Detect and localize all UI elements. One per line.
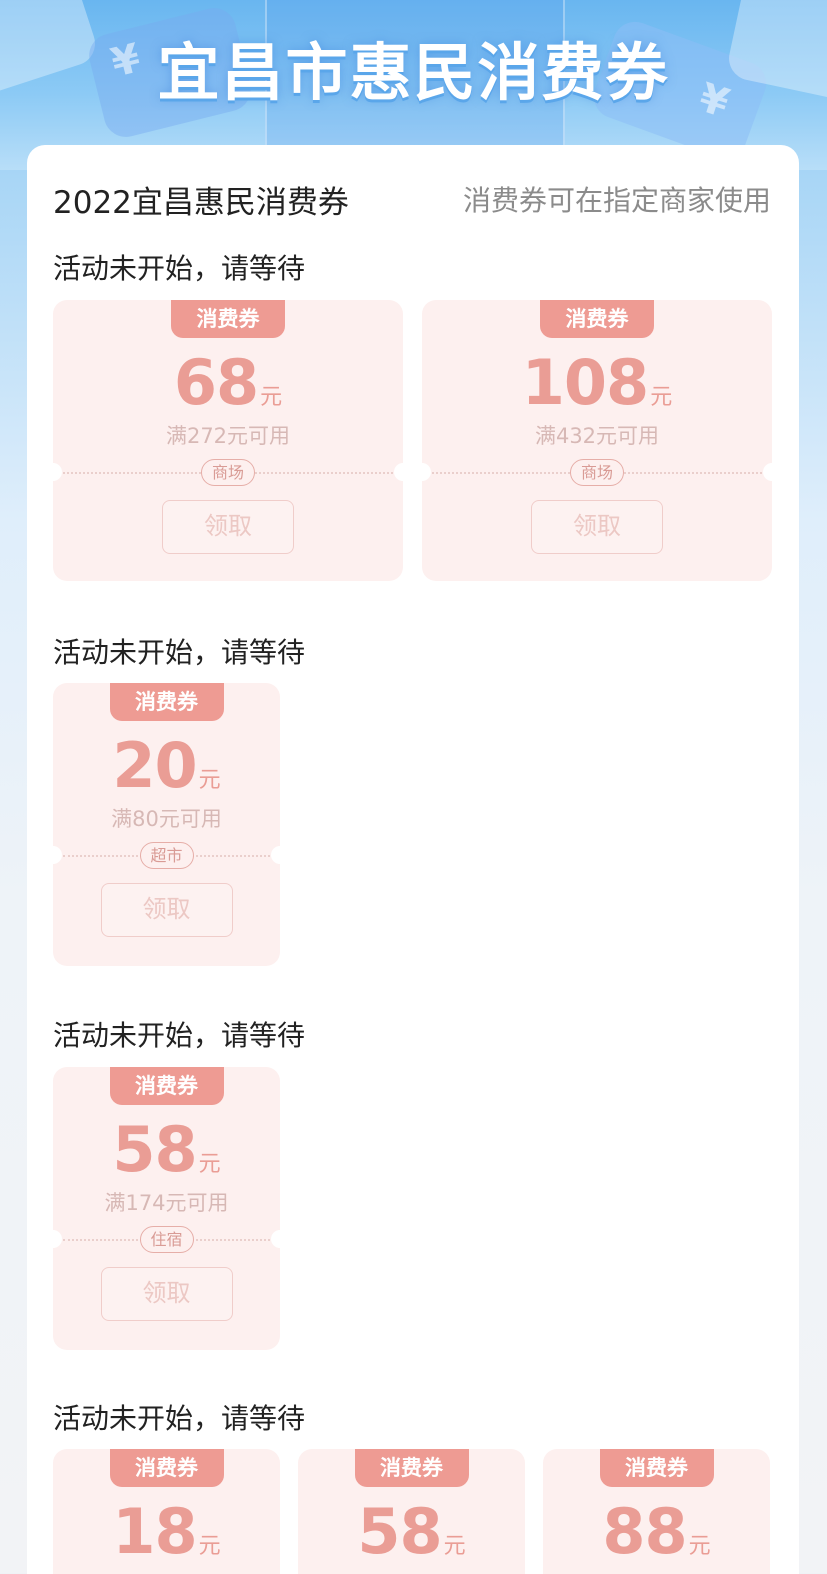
coupon-tag: 消费券: [171, 300, 285, 338]
coupon: 消费券 18元: [53, 1449, 280, 1574]
card-note: 消费券可在指定商家使用: [462, 184, 771, 217]
coupon-condition: 满174元可用: [104, 1191, 229, 1215]
coupon: 消费券 20元 满80元可用 超市 领取: [53, 683, 280, 966]
coupon: 消费券 68元 满272元可用 商场 领取: [53, 300, 403, 581]
coupon-notch: [271, 1230, 280, 1248]
coupon-notch: [53, 846, 62, 864]
claim-button[interactable]: 领取: [162, 500, 294, 554]
coupon-category: 商场: [200, 459, 256, 486]
card-title: 2022宜昌惠民消费券: [53, 185, 349, 221]
coupon-amount: 58元: [112, 1113, 221, 1186]
coupon: 消费券 88元: [543, 1449, 770, 1574]
coupon-notch: [422, 463, 431, 481]
coupon-condition: 满272元可用: [165, 424, 291, 448]
section-status: 活动未开始，请等待: [53, 252, 306, 285]
coupon-category: 商场: [569, 459, 625, 486]
coupon-amount: 58元: [357, 1495, 466, 1568]
card-header: 2022宜昌惠民消费券 消费券可在指定商家使用: [27, 145, 799, 245]
coupon-tag: 消费券: [354, 1449, 469, 1487]
section-status: 活动未开始，请等待: [53, 1019, 306, 1052]
coupon-amount: 88元: [602, 1495, 711, 1568]
section-status: 活动未开始，请等待: [53, 636, 306, 669]
coupon-card: 2022宜昌惠民消费券 消费券可在指定商家使用 活动未开始，请等待 消费券 68…: [27, 145, 799, 1574]
coupon-notch: [53, 1230, 62, 1248]
coupon-tag: 消费券: [109, 1449, 224, 1487]
coupon-category: 住宿: [139, 1226, 194, 1253]
claim-button[interactable]: 领取: [100, 883, 233, 937]
coupon-tag: 消费券: [109, 683, 224, 721]
section-status: 活动未开始，请等待: [53, 1402, 306, 1435]
coupon-tag: 消费券: [109, 1067, 224, 1105]
coupon-condition: 满80元可用: [111, 807, 222, 831]
banner-title: 宜昌市惠民消费券: [157, 36, 670, 109]
claim-button[interactable]: 领取: [100, 1267, 233, 1321]
coupon-amount: 20元: [112, 729, 221, 802]
coupon-tag: 消费券: [540, 300, 654, 338]
coupon-notch: [271, 846, 280, 864]
coupon-tag: 消费券: [599, 1449, 714, 1487]
coupon-amount: 18元: [112, 1495, 221, 1568]
claim-button[interactable]: 领取: [531, 500, 663, 554]
coupon-category: 超市: [139, 842, 194, 869]
coupon: 消费券 108元 满432元可用 商场 领取: [422, 300, 772, 581]
coupon-notch: [763, 463, 772, 481]
coupon-condition: 满432元可用: [534, 424, 660, 448]
coupon-notch: [53, 463, 62, 481]
coupon: 消费券 58元: [298, 1449, 525, 1574]
coupon-notch: [394, 463, 403, 481]
coupon: 消费券 58元 满174元可用 住宿 领取: [53, 1067, 280, 1350]
coupon-amount: 108元: [521, 346, 673, 419]
coupon-amount: 68元: [173, 346, 283, 419]
